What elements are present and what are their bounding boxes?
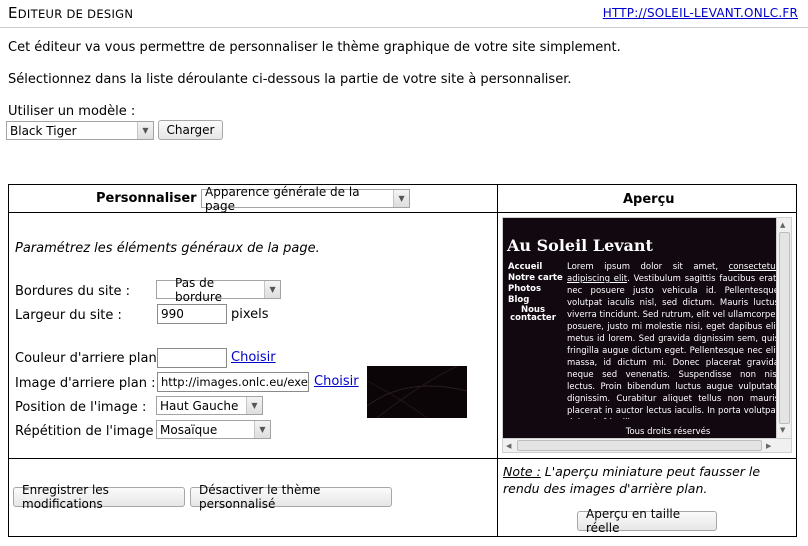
- model-select[interactable]: Black Tiger ▼: [6, 121, 154, 140]
- width-unit: pixels: [231, 307, 269, 322]
- width-input[interactable]: 990: [157, 304, 227, 324]
- chevron-down-icon: ▼: [246, 397, 262, 414]
- note-text: L'aperçu miniature peut fausser le rendu…: [503, 464, 761, 496]
- horizontal-scroll-thumb[interactable]: [517, 440, 762, 451]
- repeat-select-value: Mosaïque: [160, 422, 218, 437]
- repeat-select[interactable]: Mosaïque ▼: [156, 420, 271, 439]
- preview-nav-item: Photos: [508, 284, 542, 294]
- position-label: Position de l'image :: [15, 400, 147, 415]
- note-label: Note :: [503, 464, 541, 479]
- full-preview-button[interactable]: Aperçu en taille réelle: [577, 507, 717, 535]
- scroll-right-icon[interactable]: ▶: [766, 442, 771, 450]
- bgimage-input[interactable]: http://images.onlc.eu/exemp: [157, 372, 309, 392]
- model-select-value: Black Tiger: [10, 123, 77, 138]
- bgimage-label: Image d'arriere plan :: [15, 376, 156, 391]
- preview-horizontal-scrollbar[interactable]: ◀ ▶: [503, 438, 791, 452]
- preview-nav-item: Accueil: [508, 262, 543, 272]
- repeat-label: Répétition de l'image :: [15, 424, 163, 439]
- page-title-rest: DITEUR DE DESIGN: [17, 7, 134, 21]
- preview-nav-item: Notre carte: [508, 273, 563, 283]
- bgimage-choose-link[interactable]: Choisir: [314, 374, 359, 389]
- page-title: EDITEUR DE DESIGN: [8, 4, 133, 22]
- chevron-down-icon: ▼: [264, 281, 280, 298]
- preview-note: Note : L'aperçu miniature peut fausser l…: [503, 463, 793, 497]
- scroll-left-icon[interactable]: ◀: [506, 442, 511, 450]
- bgimage-thumbnail-pattern: [367, 366, 467, 418]
- model-label: Utiliser un modèle :: [8, 104, 136, 119]
- save-button[interactable]: Enregistrer les modifications: [13, 483, 185, 511]
- chevron-down-icon: ▼: [393, 190, 409, 207]
- theme-preview[interactable]: Au Soleil Levant Accueil Notre carte Pho…: [502, 217, 792, 453]
- settings-description: Paramétrez les éléments généraux de la p…: [15, 241, 320, 256]
- borders-select[interactable]: Pas de bordure ▼: [156, 276, 281, 304]
- intro-line-2: Sélectionnez dans la liste déroulante ci…: [8, 72, 572, 87]
- scroll-up-icon[interactable]: ▲: [780, 221, 785, 229]
- site-url-link[interactable]: HTTP://SOLEIL-LEVANT.ONLC.FR: [603, 6, 798, 20]
- borders-select-value: Pas de bordure: [175, 275, 222, 304]
- chevron-down-icon: ▼: [137, 122, 153, 139]
- preview-nav: Accueil Notre carte Photos Blog Nous con…: [508, 262, 563, 322]
- preview-footer: Tous droits réservés: [625, 427, 711, 437]
- disable-theme-button[interactable]: Désactiver le thème personnalisé: [190, 483, 392, 511]
- customize-label: Personnaliser :: [96, 191, 207, 206]
- bgcolor-input[interactable]: [157, 348, 227, 368]
- bgcolor-choose-link[interactable]: Choisir: [231, 350, 276, 365]
- preview-content-rest: . Vestibulum sagittis faucibus erat, nec…: [567, 274, 779, 419]
- section-select-value: Apparence générale de la page: [205, 184, 360, 213]
- load-model-button[interactable]: Charger: [158, 120, 223, 140]
- preview-content: Lorem ipsum dolor sit amet, consectetur …: [567, 261, 779, 419]
- page-title-initial: E: [8, 4, 18, 22]
- preview-nav-item: Nous contacter: [510, 305, 556, 323]
- intro-line-1: Cet éditeur va vous permettre de personn…: [8, 40, 621, 55]
- bgcolor-label: Couleur d'arriere plan :: [15, 351, 166, 366]
- chevron-down-icon: ▼: [254, 421, 270, 438]
- scroll-down-icon[interactable]: ▼: [780, 426, 785, 434]
- preview-site-title: Au Soleil Levant: [507, 236, 653, 255]
- preview-header: Aperçu: [623, 192, 675, 207]
- preview-content-start: Lorem ipsum dolor sit amet,: [567, 262, 729, 272]
- width-label: Largeur du site :: [15, 308, 122, 323]
- header-divider: [0, 27, 808, 28]
- borders-label: Bordures du site :: [15, 284, 131, 299]
- preview-vertical-scrollbar[interactable]: ▲ ▼: [776, 218, 791, 440]
- section-select[interactable]: Apparence générale de la page ▼: [201, 185, 410, 213]
- position-select-value: Haut Gauche: [160, 398, 239, 413]
- bgimage-thumbnail: [367, 366, 467, 418]
- position-select[interactable]: Haut Gauche ▼: [156, 396, 263, 415]
- vertical-scroll-thumb[interactable]: [779, 232, 790, 424]
